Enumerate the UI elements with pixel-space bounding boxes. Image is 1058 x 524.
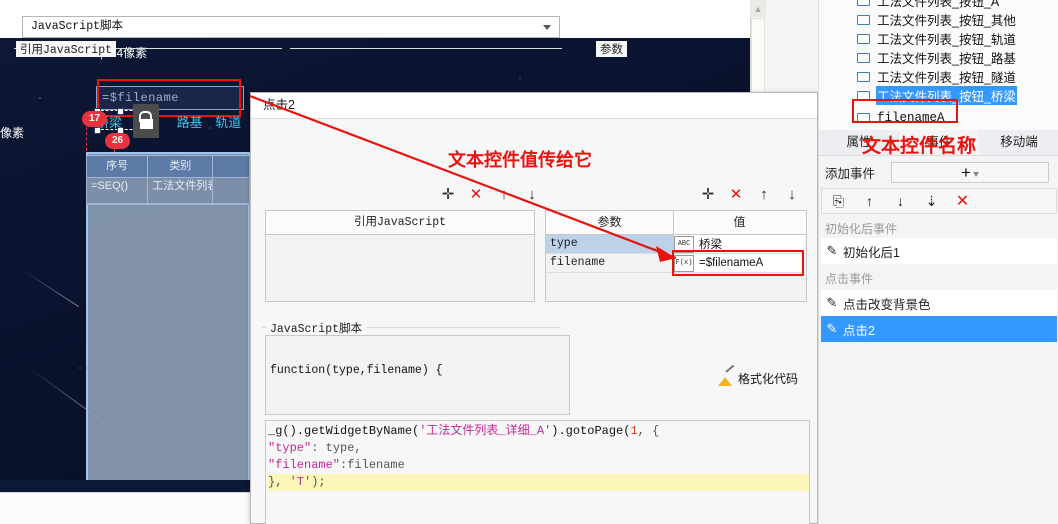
copy-icon[interactable]: ⎘ <box>830 193 847 210</box>
broom-bristle <box>718 376 732 386</box>
table-row[interactable]: =SEQ() 工法文件列表A.S(type) <box>87 178 249 204</box>
group-label-click: 点击事件 <box>825 272 874 286</box>
event-row-click-bg[interactable]: ✎ 点击改变背景色 <box>821 290 1057 316</box>
pencil-icon[interactable]: ✎ <box>821 295 843 311</box>
format-code-button[interactable]: 格式化代码 <box>718 364 799 387</box>
tree-item-label: 工法文件列表_按钮_其他 <box>877 14 1016 28</box>
add-event-button[interactable]: + <box>891 161 1049 183</box>
canvas-scrollbar-thumb[interactable] <box>751 18 765 94</box>
delete-x-icon[interactable]: ✕ <box>954 193 971 210</box>
code-editor[interactable]: _g().getWidgetByName('工法文件列表_详细_A').goto… <box>265 420 810 524</box>
event-toolbar[interactable]: ⎘ ↑ ↓ ⇣ ✕ <box>821 188 1057 214</box>
chevron-down-icon[interactable] <box>972 171 979 177</box>
tree-item-label: 工法文件列表_按钮_路基 <box>877 52 1016 66</box>
tree-item-3[interactable]: 工法文件列表_按钮_路基 <box>819 48 1058 67</box>
tree-item-0[interactable]: 工法文件列表_按钮_A <box>819 0 1058 10</box>
widget-icon <box>857 14 870 25</box>
order-badge-17: 17 <box>82 111 108 127</box>
order-badge-26: 26 <box>105 133 131 149</box>
ref-js-column-header: 引用JavaScript <box>266 211 534 235</box>
move-up-icon[interactable]: ↑ <box>756 186 772 202</box>
move-up-icon[interactable]: ↑ <box>496 186 512 202</box>
add-event-row: 添加事件 + <box>819 158 1058 186</box>
widget-icon <box>857 52 870 63</box>
param-value-highlight <box>672 250 804 276</box>
table-header-cell-category: 类别 <box>148 156 214 178</box>
params-header-value: 值 <box>733 215 746 229</box>
tree-item-highlight <box>852 99 958 123</box>
plus-icon[interactable]: ✛ <box>440 186 456 202</box>
params-toolbar[interactable]: ✛ ✕ ↑ ↓ <box>700 186 800 202</box>
table-header-cell-extra <box>213 156 249 178</box>
tree-item-1[interactable]: 工法文件列表_按钮_其他 <box>819 10 1058 29</box>
widget-icon <box>857 0 870 6</box>
meteor-decoration <box>19 268 79 308</box>
tree-item-label: 工法文件列表_按钮_A <box>877 0 1000 9</box>
plus-icon[interactable]: ✛ <box>700 186 716 202</box>
params-header-name: 参数 <box>546 211 674 234</box>
table-cell-extra[interactable] <box>213 178 249 204</box>
unlock-shackle <box>139 111 152 122</box>
tree-item-label: 工法文件列表_按钮_隧道 <box>877 71 1016 85</box>
param-name-type[interactable]: type <box>546 235 674 254</box>
script-type-select[interactable]: JavaScript脚本 <box>22 16 560 38</box>
event-label: 点击改变背景色 <box>843 297 931 312</box>
script-type-value: JavaScript脚本 <box>31 20 124 33</box>
format-code-label: 格式化代码 <box>738 372 799 386</box>
code-line-2: "type": type, <box>268 441 362 455</box>
tab-mobile[interactable]: 移动端 <box>979 130 1058 155</box>
add-event-label: 添加事件 <box>825 166 876 181</box>
table-header-row: 序号 类别 <box>87 156 249 178</box>
delete-x-icon[interactable]: ✕ <box>468 186 484 202</box>
params-fieldset-line <box>290 48 562 49</box>
pencil-icon[interactable]: ✎ <box>821 243 843 259</box>
widget-icon <box>857 71 870 82</box>
right-panel: 工法文件列表_按钮_A 工法文件列表_按钮_其他 工法文件列表_按钮_轨道 工法… <box>818 0 1058 524</box>
code-line-1: _g().getWidgetByName('工法文件列表_详细_A').goto… <box>268 424 660 438</box>
move-down-icon[interactable]: ↓ <box>524 186 540 202</box>
ref-js-table[interactable]: 引用JavaScript <box>265 210 535 302</box>
code-line-3: "filename":filename <box>268 458 405 472</box>
move-to-icon[interactable]: ⇣ <box>923 193 940 210</box>
pencil-icon[interactable]: ✎ <box>821 321 843 337</box>
canvas-tab-luji[interactable]: 路基 <box>177 112 203 131</box>
tree-item-4[interactable]: 工法文件列表_按钮_隧道 <box>819 67 1058 86</box>
params-header-row: 参数 值 <box>546 211 806 235</box>
move-down-icon[interactable]: ↓ <box>784 186 800 202</box>
dialog-titlebar: 点击2 <box>251 93 817 119</box>
widget-icon <box>857 33 870 44</box>
event-row-init-1[interactable]: ✎ 初始化后1 <box>821 238 1057 264</box>
canvas-tab-guidao[interactable]: 轨道 <box>215 112 241 131</box>
scroll-up-icon[interactable]: ▲ <box>750 0 766 17</box>
ref-js-legend: 引用JavaScript <box>16 41 117 57</box>
param-name-filename[interactable]: filename <box>546 254 674 273</box>
params-legend: 参数 <box>596 41 627 57</box>
unlock-icon[interactable] <box>133 104 159 138</box>
move-down-icon[interactable]: ↓ <box>892 193 909 210</box>
group-label-init: 初始化后事件 <box>825 222 898 236</box>
event-row-click-2-selected[interactable]: ✎ 点击2 <box>821 316 1057 342</box>
badge-leader-line <box>86 127 87 151</box>
table-cell-category[interactable]: 工法文件列表A.S(type) <box>148 178 214 204</box>
annotation-note-dialog: 文本控件值传给它 <box>448 150 592 170</box>
dialog-title: 点击2 <box>263 98 295 112</box>
js-script-legend: JavaScript脚本 <box>266 320 367 336</box>
js-signature-editor[interactable]: function(type,filename) { <box>265 335 570 415</box>
annotation-note-panel: 文本控件名称 <box>862 136 977 157</box>
broom-icon <box>718 364 735 386</box>
delete-x-icon[interactable]: ✕ <box>728 186 744 202</box>
chevron-down-icon[interactable] <box>543 25 551 30</box>
plus-icon: + <box>961 162 971 182</box>
move-up-icon[interactable]: ↑ <box>861 193 878 210</box>
table-cell-seq[interactable]: =SEQ() <box>87 178 149 204</box>
event-label: 初始化后1 <box>843 245 900 260</box>
event-label: 点击2 <box>843 323 875 338</box>
tree-item-label: 工法文件列表_按钮_轨道 <box>877 33 1016 47</box>
code-line-4: }, 'T'); <box>268 474 809 491</box>
ref-js-toolbar[interactable]: ✛ ✕ ↑ ↓ <box>440 186 540 202</box>
table-header-cell-seq: 序号 <box>87 156 149 178</box>
canvas-data-table[interactable]: 序号 类别 =SEQ() 工法文件列表A.S(type) <box>86 155 250 205</box>
tree-item-2[interactable]: 工法文件列表_按钮_轨道 <box>819 29 1058 48</box>
canvas-left-ruler-label: 像素 <box>0 126 25 140</box>
